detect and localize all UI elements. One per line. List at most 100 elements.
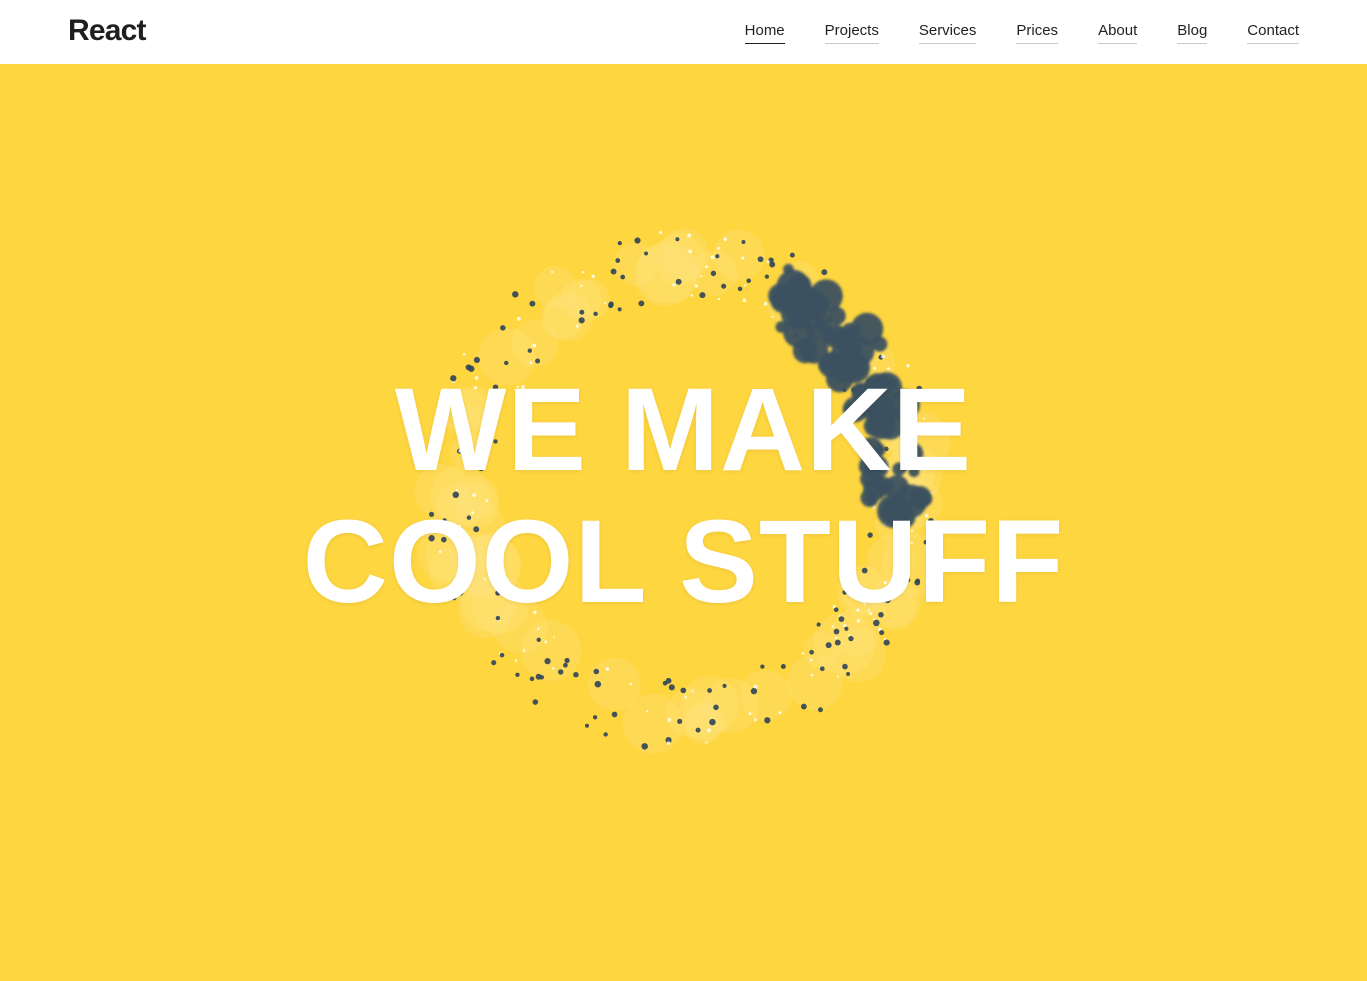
particle-dot [500, 325, 506, 331]
particle-dot [580, 284, 583, 288]
particle-dot [532, 699, 539, 705]
particle-dot [771, 315, 774, 319]
particle-dot [550, 270, 554, 274]
particle-dot [552, 636, 555, 639]
particle-dot [462, 352, 466, 356]
particle-dot [695, 727, 701, 733]
particle-dot [522, 649, 526, 652]
nav-item-home[interactable]: Home [744, 22, 785, 44]
particle-dot [801, 652, 804, 655]
site-header: React Home Projects Services Prices Abou… [0, 0, 1367, 64]
particle-dot [742, 298, 747, 303]
particle-dot [680, 687, 687, 694]
particle-dot [809, 649, 814, 655]
particle-dot [741, 240, 746, 245]
particle-dot [757, 256, 764, 263]
particle-dot [573, 671, 579, 678]
particle-dot [605, 667, 610, 671]
nav-item-blog[interactable]: Blog [1177, 22, 1208, 44]
nav-item-contact[interactable]: Contact [1247, 22, 1299, 44]
particle-dot [593, 311, 598, 317]
particle-dot [592, 715, 598, 720]
particle-dot [705, 741, 708, 744]
particle-dot [491, 660, 497, 666]
particle-dot [617, 241, 622, 246]
particle-dot [629, 682, 633, 686]
hero-section: WE MAKE COOL STUFF [0, 64, 1367, 981]
particle-dot [578, 317, 585, 324]
particle-dot [723, 237, 728, 241]
particle-dot [879, 630, 885, 636]
particle-dot [575, 324, 579, 328]
particle-dot [705, 265, 709, 269]
particle-dot [778, 711, 782, 714]
nav-item-about[interactable]: About [1098, 22, 1138, 44]
particle-glow [568, 279, 610, 321]
nav-item-projects[interactable]: Projects [824, 22, 879, 44]
particle-dot [694, 284, 698, 288]
particle-dot [710, 255, 715, 260]
particle-dot [713, 704, 719, 711]
particle-dot [842, 663, 848, 670]
hero-headline: WE MAKE COOL STUFF [0, 364, 1367, 628]
nav-item-prices[interactable]: Prices [1016, 22, 1059, 44]
particle-dot [717, 297, 721, 301]
particle-dot [715, 254, 720, 259]
particle-dot [717, 246, 721, 250]
particle-dot [810, 673, 814, 677]
particle-dot [512, 291, 519, 298]
particle-dot [753, 684, 758, 689]
particle-dot [764, 274, 770, 279]
particle-dot [620, 274, 626, 280]
particle-glow [831, 627, 886, 683]
particle-dot [699, 292, 706, 299]
particle-dot [821, 269, 828, 276]
particle-dot [638, 300, 645, 307]
particle-glow [658, 228, 709, 279]
particle-dot [672, 283, 676, 287]
particle-dot [709, 718, 716, 726]
particle-dot [668, 684, 675, 691]
particle-dot [591, 274, 595, 279]
particle-dot [834, 636, 838, 639]
particle-dot [700, 275, 703, 278]
particle-dot [675, 237, 680, 242]
particle-dot [536, 637, 541, 642]
particle-dot [532, 343, 537, 348]
particle-dot [499, 652, 505, 658]
particle-dot [593, 668, 600, 675]
particle-dot [753, 718, 757, 722]
particle-dot [737, 286, 743, 292]
particle-dot [707, 728, 711, 733]
particle-dot [721, 283, 727, 289]
particle-dot [764, 717, 771, 724]
particle-dot [763, 302, 768, 306]
particle-dot [551, 667, 555, 670]
particle-dot [544, 658, 551, 665]
particle-dot [646, 710, 649, 713]
particle-dot [594, 680, 602, 688]
particle-dot [641, 743, 648, 750]
particle-dot [881, 354, 885, 359]
particle-dot [789, 252, 795, 258]
particle-cluster-dot [809, 279, 843, 313]
particle-dot [748, 712, 752, 715]
particle-dot [515, 672, 520, 677]
particle-dot [659, 230, 663, 235]
particle-dot [741, 256, 745, 260]
site-logo[interactable]: React [68, 14, 147, 48]
particle-dot [744, 284, 747, 287]
particle-dot [834, 639, 841, 646]
particle-dot [473, 356, 481, 364]
particle-dot [810, 658, 813, 662]
particle-dot [766, 260, 770, 264]
particle-dot [690, 294, 693, 297]
particle-dot [746, 278, 751, 284]
nav-item-services[interactable]: Services [918, 22, 977, 44]
particle-dot [819, 666, 825, 672]
particle-dot [610, 268, 617, 275]
particle-dot [760, 664, 765, 669]
main-nav: Home Projects Services Prices About Blog… [705, 22, 1299, 44]
particle-dot [691, 690, 694, 693]
particle-dot [833, 628, 840, 635]
